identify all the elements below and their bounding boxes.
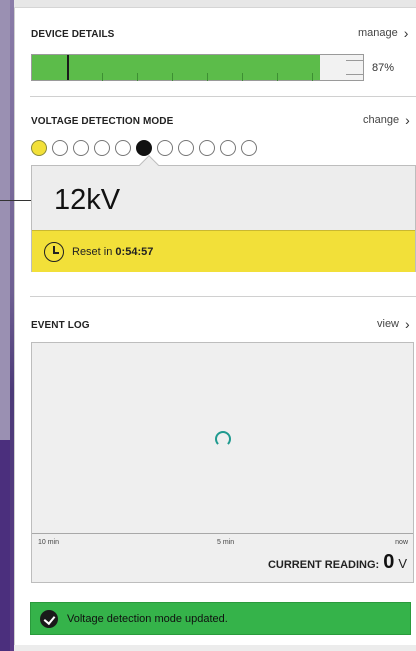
reset-timer-bar: Reset in 0:54:57 <box>32 230 415 272</box>
panel-bottom-edge <box>14 645 416 651</box>
battery-tick <box>137 73 138 81</box>
event-log-title: EVENT LOG <box>31 320 90 331</box>
battery-tick <box>102 73 103 81</box>
divider <box>30 296 416 297</box>
mode-dot[interactable] <box>115 140 131 156</box>
view-label: view <box>377 318 400 330</box>
reading-unit: V <box>398 556 407 571</box>
manage-link[interactable]: manage › <box>358 26 408 40</box>
mode-dot[interactable] <box>31 140 47 156</box>
success-toast[interactable]: Voltage detection mode updated. <box>30 602 411 635</box>
mode-dot-selected[interactable] <box>136 140 152 156</box>
event-log-chart: 10 min 5 min now CURRENT READING: 0 V <box>31 342 414 583</box>
battery-tick <box>242 73 243 81</box>
mode-dot[interactable] <box>199 140 215 156</box>
chevron-right-icon: › <box>403 25 409 41</box>
background-left-edge <box>0 0 14 651</box>
battery-tick <box>207 73 208 81</box>
toast-message: Voltage detection mode updated. <box>67 612 228 625</box>
clock-icon <box>44 241 64 262</box>
panel-top-edge <box>14 0 416 8</box>
spinner-icon <box>215 431 231 447</box>
battery-marker <box>67 55 69 80</box>
axis-label-now: now <box>395 539 408 546</box>
battery-tick <box>172 73 173 81</box>
connector-line <box>0 200 31 201</box>
chart-axis <box>32 533 413 534</box>
check-icon <box>40 609 58 628</box>
battery-tick <box>277 73 278 81</box>
current-reading: CURRENT READING: 0 V <box>268 551 407 574</box>
battery-percent: 87% <box>372 62 395 74</box>
mode-dot[interactable] <box>94 140 110 156</box>
axis-label-10min: 10 min <box>38 539 60 546</box>
battery-gauge <box>31 54 364 81</box>
mode-dot[interactable] <box>220 140 236 156</box>
mode-card: 12kV Reset in 0:54:57 <box>31 155 416 272</box>
reset-time: 0:54:57 <box>115 245 154 258</box>
mode-dot[interactable] <box>73 140 89 156</box>
reading-value: 0 <box>383 551 395 573</box>
view-link[interactable]: view › <box>377 317 410 331</box>
change-link[interactable]: change › <box>363 113 410 127</box>
device-details-title: DEVICE DETAILS <box>31 29 115 40</box>
chevron-right-icon: › <box>405 112 410 128</box>
mode-dot[interactable] <box>241 140 257 156</box>
change-label: change <box>363 114 400 126</box>
background-strip-top <box>0 0 10 440</box>
battery-tick <box>312 73 313 81</box>
reading-label: CURRENT READING: <box>267 559 380 571</box>
voltage-mode-title: VOLTAGE DETECTION MODE <box>31 116 174 127</box>
chevron-right-icon: › <box>405 316 410 332</box>
mode-dot[interactable] <box>178 140 194 156</box>
reset-prefix: Reset in <box>72 245 116 258</box>
mode-selector <box>31 140 257 156</box>
voltage-value: 12kV <box>54 184 121 216</box>
battery-cap <box>346 60 364 75</box>
background-strip-bottom <box>0 440 10 651</box>
divider <box>30 96 416 97</box>
manage-label: manage <box>358 27 398 39</box>
reset-text: Reset in 0:54:57 <box>72 246 153 258</box>
mode-dot[interactable] <box>52 140 68 156</box>
mode-dot[interactable] <box>157 140 173 156</box>
axis-label-5min: 5 min <box>217 539 235 546</box>
